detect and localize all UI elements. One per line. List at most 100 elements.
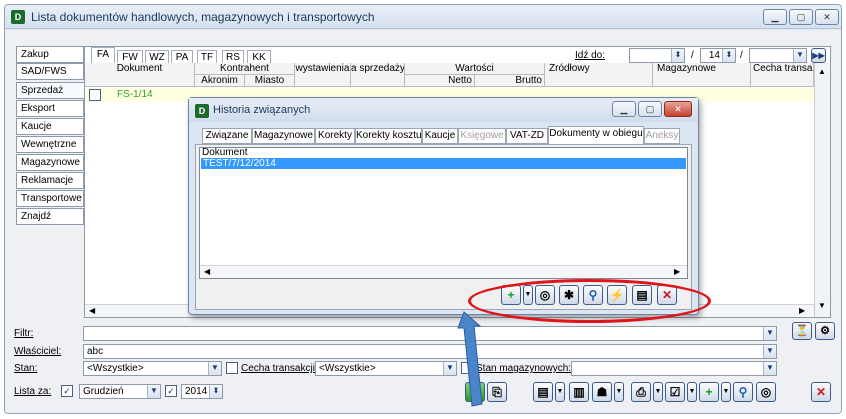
column-netto[interactable]: Netto (405, 75, 475, 87)
dialog-tab-korekty-kosztu[interactable]: Korekty kosztu (355, 128, 422, 144)
lista-year-input[interactable]: 2014 ⬍ (181, 384, 223, 399)
dialog-tab-aneksy: Aneksy (644, 128, 680, 144)
sidebar-item-sprzedaz[interactable]: Sprzedaż (16, 82, 88, 99)
chevron-down-icon[interactable]: ▼ (763, 345, 776, 358)
export-button[interactable]: ▤ (533, 382, 553, 402)
tab-fa[interactable]: FA (91, 47, 115, 64)
print-dropdown[interactable]: ▼ (653, 382, 663, 402)
column-wartosci[interactable]: Wartości (405, 63, 545, 75)
add-dropdown[interactable]: ▼ (721, 382, 731, 402)
goto-label: Idź do: (575, 50, 606, 61)
sidebar-item-transportowe[interactable]: Transportowe (16, 190, 84, 207)
goto-separator: / (691, 50, 694, 61)
scroll-down-icon[interactable]: ▼ (818, 301, 826, 310)
check-button[interactable]: ☑ (665, 382, 685, 402)
sidebar-item-reklamacje[interactable]: Reklamacje (16, 172, 84, 189)
column-magazynowe[interactable]: Magazynowe (653, 63, 751, 87)
dialog-app-icon: D (195, 104, 209, 118)
cecha-checkbox[interactable] (226, 362, 238, 374)
filtr-input[interactable]: ▼ (83, 326, 777, 341)
highlight-oval (468, 279, 711, 323)
column-dokument[interactable]: Dokument (85, 63, 195, 87)
maximize-button[interactable]: ▢ (789, 9, 813, 25)
dialog-tab-korekty[interactable]: Korekty (315, 128, 355, 144)
dialog-tab-kaucje[interactable]: Kaucje (422, 128, 458, 144)
dialog-tab-vat-zd[interactable]: VAT-ZD (506, 128, 548, 144)
arrow-shape (457, 311, 483, 407)
close-button[interactable]: ✕ (811, 382, 831, 402)
column-sprzedazy[interactable]: a sprzedaży (351, 63, 405, 87)
sidebar-item-magazynowe[interactable]: Magazynowe (16, 154, 84, 171)
vertical-scrollbar[interactable]: ▲ ▼ (814, 63, 830, 317)
row-dokument[interactable]: FS-1/14 (117, 89, 153, 100)
dialog-minimize-button[interactable]: ▁ (612, 101, 636, 117)
goto-next-button[interactable]: ▶▶ (811, 48, 826, 63)
lista-month-select[interactable]: Grudzień ▼ (79, 384, 161, 399)
stan-label: Stan: (14, 363, 38, 374)
add-button[interactable]: + (699, 382, 719, 402)
goto-year-select[interactable]: ▼ (749, 48, 807, 63)
scroll-left-icon[interactable]: ◀ (204, 267, 210, 276)
column-cecha[interactable]: Cecha transa (751, 63, 814, 87)
sidebar-item-wewnetrzne[interactable]: Wewnętrzne (16, 136, 84, 153)
list-item[interactable]: TEST/7/12/2014 (201, 158, 686, 169)
sidebar-item-kaucje[interactable]: Kaucje (16, 118, 84, 135)
related-documents-list[interactable]: Dokument TEST/7/12/2014 ◀ ▶ (199, 147, 688, 279)
lista-year-checkbox[interactable]: ✓ (165, 385, 177, 397)
sidebar-item-eksport[interactable]: Eksport (16, 100, 84, 117)
goto-day-input[interactable]: ⬍ (629, 48, 685, 63)
wlasciciel-select[interactable]: abc ▼ (83, 344, 777, 359)
window-title: Lista dokumentów handlowych, magazynowyc… (31, 10, 375, 24)
library-button[interactable]: ▥ (569, 382, 589, 402)
spin-icon[interactable]: ⬍ (671, 49, 684, 62)
list-header[interactable]: Dokument (202, 148, 248, 158)
export-dropdown[interactable]: ▼ (555, 382, 565, 402)
sidebar-item-sad-fws[interactable]: SAD/FWS (16, 63, 84, 80)
dialog-close-button[interactable]: ✕ (664, 101, 692, 117)
dialog-tab-ksiegowe: Księgowe (458, 128, 506, 144)
archive-button[interactable]: ◎ (756, 382, 776, 402)
sidebar-item-znajdz[interactable]: Znajdź (16, 208, 84, 225)
sidebar-item-zakup[interactable]: Zakup (16, 46, 84, 63)
column-zrodlowy[interactable]: Źródłowy (545, 63, 653, 87)
filter-tools-button[interactable]: ⚙ (815, 322, 835, 340)
row-checkbox[interactable] (89, 89, 101, 101)
scroll-left-icon[interactable]: ◀ (89, 306, 95, 315)
column-miasto[interactable]: Miasto (245, 75, 295, 87)
column-wystawienia[interactable]: wystawienia (295, 63, 351, 87)
chevron-down-icon[interactable]: ▼ (147, 385, 160, 398)
list-horizontal-scrollbar[interactable]: ◀ ▶ (200, 265, 687, 278)
dialog-maximize-button[interactable]: ▢ (638, 101, 662, 117)
scroll-right-icon[interactable]: ▶ (674, 267, 680, 276)
lista-checkbox[interactable]: ✓ (61, 385, 73, 397)
chevron-down-icon[interactable]: ▼ (763, 327, 776, 340)
people-dropdown[interactable]: ▼ (614, 382, 624, 402)
chevron-down-icon[interactable]: ▼ (208, 362, 221, 375)
lista-label: Lista za: (14, 386, 52, 397)
cecha-select[interactable]: <Wszystkie> ▼ (315, 361, 457, 376)
column-kontrahent[interactable]: Kontrahent (195, 63, 295, 75)
wlasciciel-label: Właściciel: (14, 346, 62, 357)
stan-mag-select[interactable]: ▼ (571, 361, 777, 376)
dialog-tab-magazynowe[interactable]: Magazynowe (252, 128, 315, 144)
close-window-button[interactable]: ✕ (815, 9, 839, 25)
filter-funnel-button[interactable]: ⏳ (792, 322, 812, 340)
stan-select[interactable]: <Wszystkie> ▼ (83, 361, 222, 376)
minimize-button[interactable]: ▁ (763, 9, 787, 25)
app-icon: D (11, 10, 25, 24)
search-button[interactable]: ⚲ (733, 382, 753, 402)
column-brutto[interactable]: Brutto (475, 75, 545, 87)
chevron-down-icon[interactable]: ▼ (763, 362, 776, 375)
dialog-tab-dokumenty-w-obiegu[interactable]: Dokumenty w obiegu (548, 126, 644, 145)
column-akronim[interactable]: Akronim (195, 75, 245, 87)
people-button[interactable]: ☗ (592, 382, 612, 402)
spin-icon[interactable]: ⬍ (209, 385, 222, 398)
dialog-tab-zwiazane[interactable]: Związane (202, 128, 252, 144)
scroll-right-icon[interactable]: ▶ (799, 306, 805, 315)
check-dropdown[interactable]: ▼ (687, 382, 697, 402)
scroll-up-icon[interactable]: ▲ (818, 67, 826, 76)
chevron-down-icon[interactable]: ▼ (793, 49, 806, 62)
print-button[interactable]: ⎙ (631, 382, 651, 402)
spin-icon[interactable]: ⬍ (722, 49, 735, 62)
goto-month-input[interactable]: 14 ⬍ (700, 48, 736, 63)
